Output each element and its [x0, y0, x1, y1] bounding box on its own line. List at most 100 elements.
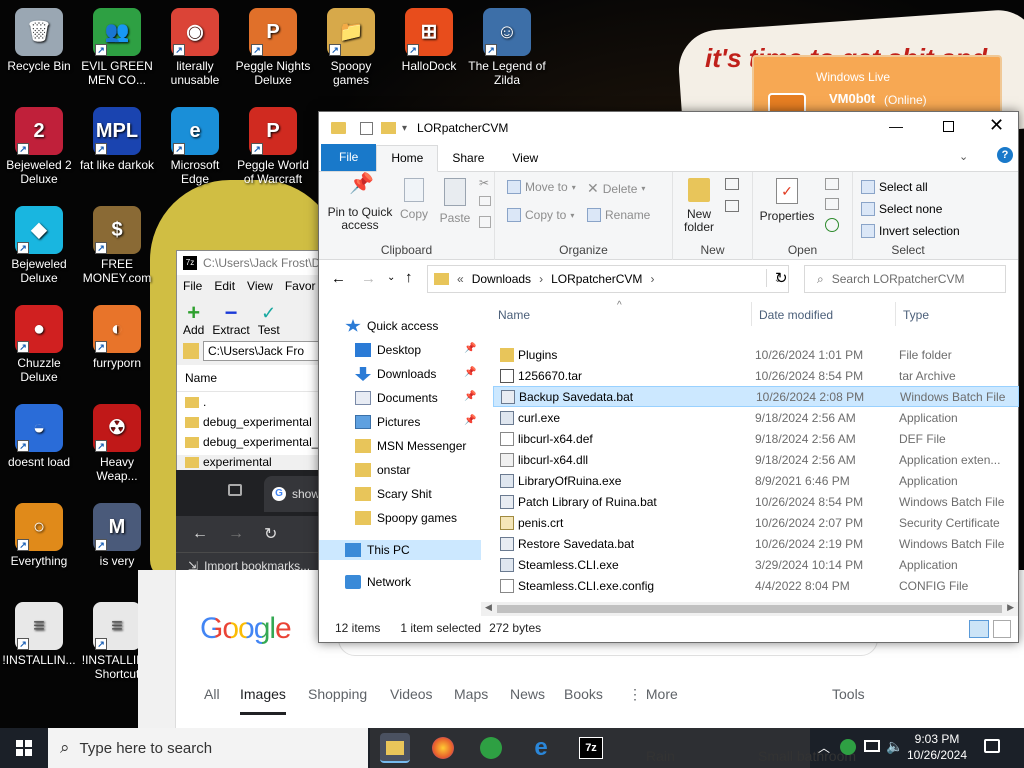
desktop-icon-free-money-com[interactable]: $ ↗ FREE MONEY.com: [78, 206, 156, 285]
refresh-icon[interactable]: ↻: [766, 269, 788, 287]
details-view-icon[interactable]: [969, 620, 989, 638]
forward-arrow-icon[interactable]: →: [361, 270, 376, 287]
google-tab-videos[interactable]: Videos: [390, 686, 433, 702]
messenger-popup[interactable]: Windows Live VM0b0t (Online): [752, 55, 1002, 119]
new-item-icon[interactable]: [725, 178, 739, 190]
column-date-modified[interactable]: Date modified: [759, 308, 833, 322]
zip-window[interactable]: 7z C:\Users\Jack Frost\D File Edit View Fav…: [176, 250, 326, 476]
7zip-taskbar-icon[interactable]: 7z: [576, 733, 606, 763]
pin-quick-access-button[interactable]: 📌 Pin to Quick access: [325, 174, 395, 232]
column-type[interactable]: Type: [903, 308, 929, 322]
table-row[interactable]: penis.crt 10/26/2024 2:07 PM Security Cert…: [493, 512, 1019, 533]
desktop-icon-literally-unusable[interactable]: ◉ ↗ literally unusable: [156, 8, 234, 87]
zip-menu-edit[interactable]: Edit: [214, 279, 235, 293]
nav-item-desktop[interactable]: Desktop: [355, 340, 421, 360]
desktop-icon-microsoft-edge[interactable]: e ↗ Microsoft Edge: [156, 107, 234, 186]
copy-to-button[interactable]: Copy to ▾: [507, 208, 574, 222]
explorer-titlebar[interactable]: ▾ LORpatcherCVM — ✕: [319, 112, 1018, 144]
back-arrow-icon[interactable]: ←: [192, 525, 208, 543]
table-row[interactable]: Backup Savedata.bat 10/26/2024 2:08 PM Win…: [493, 386, 1019, 407]
quick-properties-icon[interactable]: [360, 121, 373, 135]
desktop-icon-peggle-nights-deluxe[interactable]: P ↗ Peggle Nights Deluxe: [234, 8, 312, 87]
volume-icon[interactable]: 🔈: [886, 738, 903, 755]
extract-button[interactable]: − Extract: [212, 302, 249, 338]
tab-file[interactable]: File: [321, 144, 377, 171]
table-row[interactable]: Steamless.CLI.exe.config 4/4/2022 8:04 PM…: [493, 575, 1019, 596]
nav-item-msn-messenger[interactable]: MSN Messenger: [355, 436, 466, 456]
select-none-button[interactable]: Select none: [861, 202, 942, 216]
desktop-icon-the-legend-of-zilda[interactable]: ☺ ↗ The Legend of Zilda: [468, 8, 546, 87]
google-logo[interactable]: Google: [200, 612, 292, 646]
google-tab-all[interactable]: All: [204, 686, 220, 702]
list-item[interactable]: debug_experimental_s: [177, 432, 325, 452]
nav-item-pictures[interactable]: Pictures: [355, 412, 420, 432]
copy-path-icon[interactable]: [479, 196, 491, 206]
rename-button[interactable]: Rename: [587, 208, 650, 222]
ribbon-expand-icon[interactable]: ⌄: [959, 150, 968, 163]
google-tools[interactable]: Tools: [832, 686, 865, 702]
zip-menu-favor[interactable]: Favor: [285, 279, 316, 293]
tab-search-icon[interactable]: [228, 484, 242, 496]
network-icon[interactable]: [864, 740, 880, 752]
google-tab-images[interactable]: Images: [240, 686, 286, 715]
column-name[interactable]: Name: [498, 308, 530, 322]
pin-icon[interactable]: 📌: [464, 343, 476, 354]
nav-item-spoopy-games[interactable]: Spoopy games: [355, 508, 457, 528]
minimize-button[interactable]: —: [889, 118, 903, 134]
edit-icon[interactable]: [825, 198, 839, 210]
test-button[interactable]: ✓ Test: [258, 303, 280, 337]
desktop-icon-evil-green-men-co[interactable]: 👥 ↗ EVIL GREEN MEN CO...: [78, 8, 156, 87]
zip-menu-view[interactable]: View: [247, 279, 273, 293]
recent-locations-icon[interactable]: ⌄: [387, 272, 395, 283]
properties-button[interactable]: ✓ Properties: [759, 178, 815, 223]
desktop-icon-spoopy-games[interactable]: 📁 ↗ Spoopy games: [312, 8, 390, 87]
desktop-icon-is-very[interactable]: M ↗ is very: [78, 503, 156, 568]
search-box[interactable]: ⌕ Search LORpatcherCVM: [804, 265, 1006, 293]
forward-arrow-icon[interactable]: →: [228, 525, 244, 543]
file-explorer-taskbar-icon[interactable]: [380, 733, 410, 763]
up-folder-icon[interactable]: [183, 343, 199, 359]
nav-item-onstar[interactable]: onstar: [355, 460, 410, 480]
desktop-icon-recycle-bin[interactable]: 🗑 Recycle Bin: [0, 8, 78, 73]
large-icons-view-icon[interactable]: [993, 620, 1011, 638]
table-row[interactable]: LibraryOfRuina.exe 8/9/2021 6:46 PM Applic…: [493, 470, 1019, 491]
google-tab-news[interactable]: News: [510, 686, 545, 702]
new-folder-button[interactable]: New folder: [681, 178, 717, 234]
messenger-taskbar-icon[interactable]: [476, 733, 506, 763]
new-folder-small-icon[interactable]: [381, 122, 396, 134]
nav-item-scary-shit[interactable]: Scary Shit: [355, 484, 432, 504]
cut-icon[interactable]: ✂: [479, 176, 489, 190]
google-tab-more[interactable]: ⋮ More: [628, 686, 678, 703]
scroll-left-icon[interactable]: ◀: [485, 602, 492, 613]
zip-address[interactable]: C:\Users\Jack Fro: [203, 341, 323, 361]
desktop-icon-installin[interactable]: ≡ ↗ !INSTALLIN...: [0, 602, 78, 667]
table-row[interactable]: Steamless.CLI.exe 3/29/2024 10:14 PM Appli…: [493, 554, 1019, 575]
desktop-icon-bejeweled-deluxe[interactable]: ◆ ↗ Bejeweled Deluxe: [0, 206, 78, 285]
customize-toolbar-icon[interactable]: ▾: [402, 123, 407, 134]
tab-home[interactable]: Home: [376, 145, 439, 172]
desktop-icon-heavy-weap[interactable]: ☢ ↗ Heavy Weap...: [78, 404, 156, 483]
nav-item-quick-access[interactable]: Quick access: [345, 316, 438, 336]
desktop-icon-doesnt-load[interactable]: ◒ ↗ doesnt load: [0, 404, 78, 469]
paste-button[interactable]: Paste: [437, 178, 473, 225]
scrollbar-thumb[interactable]: [497, 605, 1002, 613]
list-item[interactable]: .: [177, 392, 325, 412]
easy-access-icon[interactable]: [725, 200, 739, 212]
invert-selection-button[interactable]: Invert selection: [861, 224, 960, 238]
table-row[interactable]: 1256670.tar 10/26/2024 8:54 PM tar Archive: [493, 365, 1019, 386]
taskbar-search[interactable]: ⌕ Type here to search: [48, 728, 368, 768]
desktop-icon-furryporn[interactable]: ◐ ↗ furryporn: [78, 305, 156, 370]
zip-column-name[interactable]: Name: [177, 365, 325, 392]
reload-icon[interactable]: ↻: [264, 524, 277, 544]
windows-start-icon[interactable]: [16, 740, 32, 756]
up-arrow-icon[interactable]: ↑: [405, 269, 413, 286]
add-button[interactable]: + Add: [183, 302, 204, 338]
breadcrumb-downloads[interactable]: Downloads: [472, 272, 531, 286]
nav-item-downloads[interactable]: Downloads: [355, 364, 436, 384]
tab-view[interactable]: View: [498, 146, 552, 171]
pin-icon[interactable]: 📌: [464, 415, 476, 426]
google-tab-shopping[interactable]: Shopping: [308, 686, 367, 702]
paste-shortcut-icon[interactable]: [479, 216, 491, 228]
desktop-icon-chuzzle-deluxe[interactable]: ● ↗ Chuzzle Deluxe: [0, 305, 78, 384]
firefox-taskbar-icon[interactable]: [428, 733, 458, 763]
